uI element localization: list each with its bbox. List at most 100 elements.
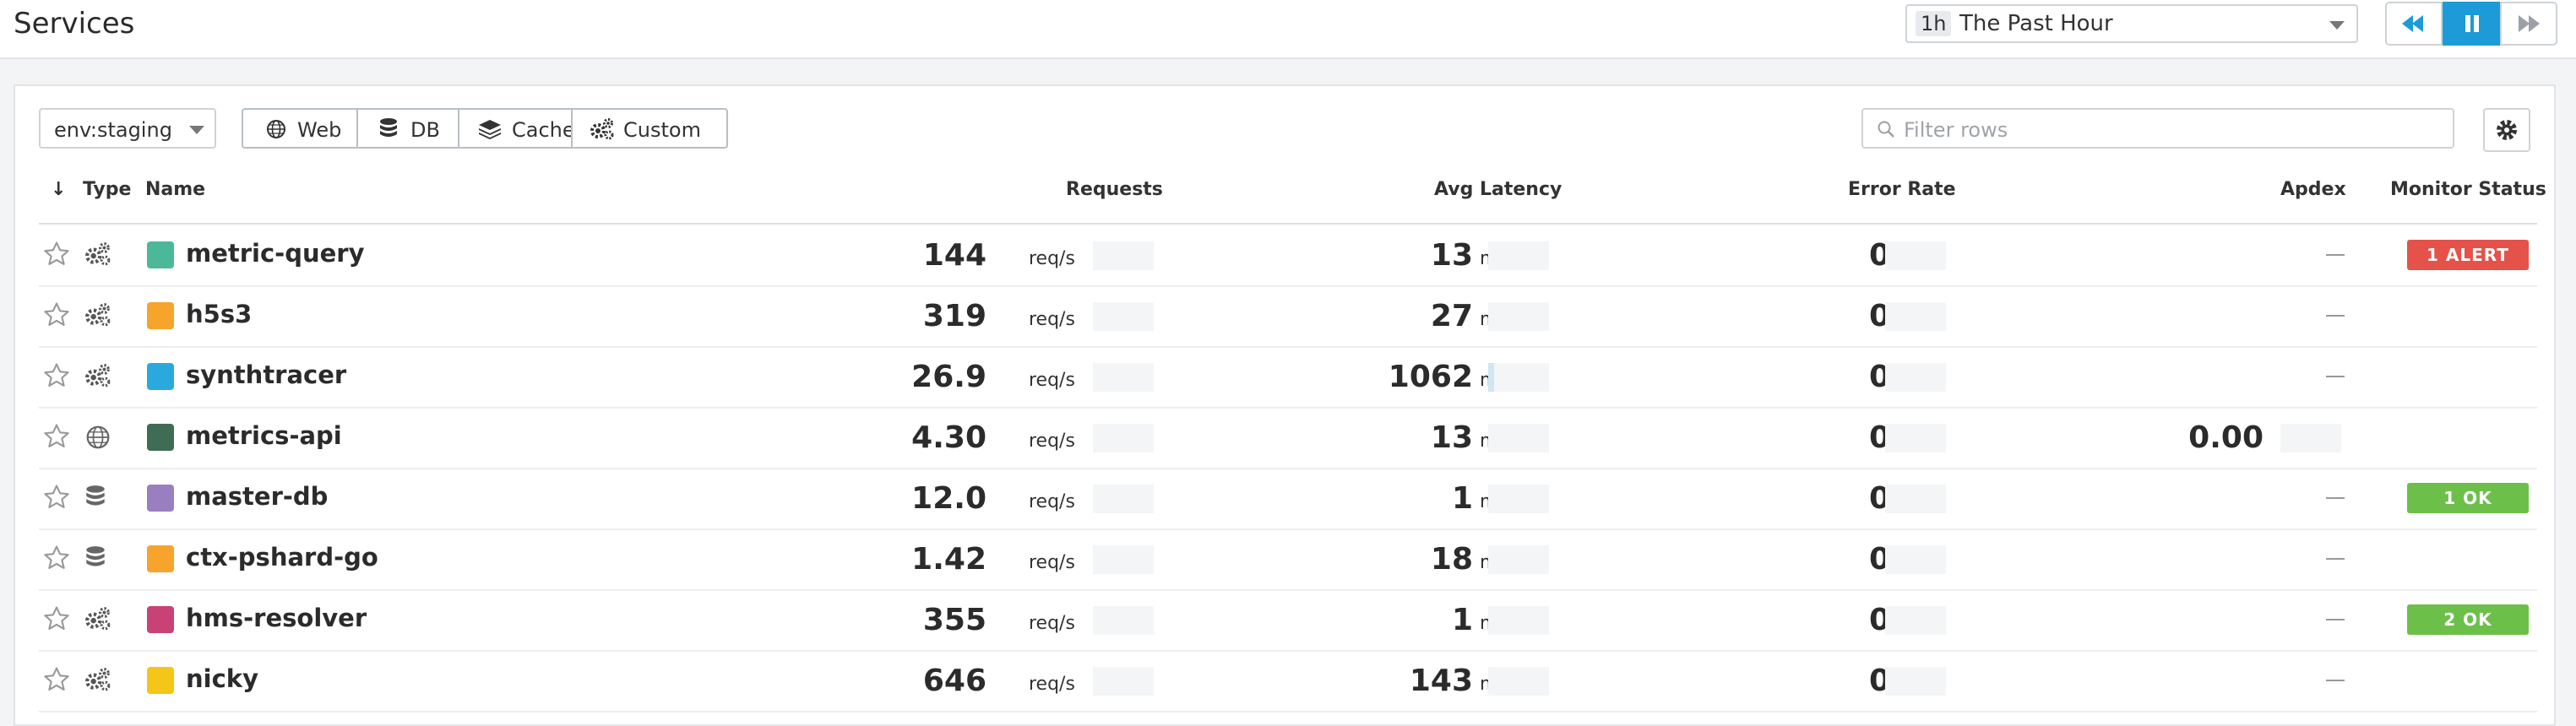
- service-color-swatch: [147, 424, 174, 451]
- timeframe-select[interactable]: 1h The Past Hour: [1905, 4, 2358, 43]
- requests-value: 646: [922, 664, 986, 698]
- error-rate-bar: [1885, 545, 1946, 574]
- db-filter-button[interactable]: DB: [356, 108, 459, 149]
- requests-bar: [1093, 363, 1154, 392]
- latency-bar: [1488, 606, 1549, 635]
- service-name-link[interactable]: metric-query: [186, 239, 365, 268]
- sort-indicator[interactable]: ↓: [51, 179, 66, 200]
- column-header-monitor-status[interactable]: Monitor Status: [2390, 179, 2546, 200]
- requests-value: 12.0: [911, 481, 986, 516]
- latency-value: 1: [1451, 481, 1473, 516]
- favorite-star-icon[interactable]: [42, 361, 71, 393]
- favorite-star-icon[interactable]: [42, 483, 71, 515]
- playback-controls: [2385, 2, 2557, 46]
- page-title: Services: [14, 7, 135, 41]
- table-row[interactable]: master-db12.0req/s1ms0%1 OK: [39, 468, 2537, 530]
- column-header-error-rate[interactable]: Error Rate: [1848, 179, 1956, 200]
- service-name-link[interactable]: nicky: [186, 664, 258, 693]
- column-header-apdex[interactable]: Apdex: [2280, 179, 2346, 200]
- requests-unit: req/s: [1029, 674, 1075, 695]
- custom-filter-label: Custom: [623, 118, 701, 142]
- service-name-link[interactable]: ctx-pshard-go: [186, 543, 378, 572]
- column-header-type[interactable]: Type: [83, 179, 131, 200]
- apdex-empty-dash: [2326, 315, 2345, 317]
- apdex-empty-dash: [2326, 497, 2345, 499]
- web-filter-label: Web: [297, 118, 342, 142]
- gears-icon: [84, 667, 111, 696]
- apdex-empty-dash: [2326, 558, 2345, 560]
- column-header-avg-latency[interactable]: Avg Latency: [1434, 179, 1562, 200]
- apdex-empty-dash: [2326, 619, 2345, 620]
- gears-icon: [590, 118, 614, 140]
- table-row[interactable]: nicky646req/s143ms0%: [39, 650, 2537, 712]
- table-row[interactable]: metrics-api4.30req/s13ms0%0.00: [39, 407, 2537, 469]
- table-row[interactable]: hms-resolver355req/s1ms0%2 OK: [39, 589, 2537, 652]
- db-filter-label: DB: [410, 118, 440, 142]
- table-settings-button[interactable]: [2483, 108, 2530, 152]
- monitor-status-badge[interactable]: 1 OK: [2407, 483, 2529, 513]
- requests-bar: [1093, 241, 1154, 270]
- rewind-icon: [2402, 15, 2423, 32]
- favorite-star-icon[interactable]: [42, 665, 71, 697]
- fast-forward-icon: [2519, 15, 2540, 32]
- env-select[interactable]: env:staging: [39, 108, 216, 149]
- apdex-empty-dash: [2326, 680, 2345, 681]
- monitor-status-badge[interactable]: 1 ALERT: [2407, 240, 2529, 270]
- table-row[interactable]: h5s3319req/s27ms0%: [39, 285, 2537, 348]
- apdex-value: 0.00: [2188, 420, 2264, 455]
- latency-bar: [1488, 241, 1549, 270]
- service-name-link[interactable]: synthtracer: [186, 360, 346, 389]
- globe-icon: [84, 424, 111, 454]
- requests-value: 4.30: [911, 420, 986, 455]
- favorite-star-icon[interactable]: [42, 422, 71, 454]
- favorite-star-icon[interactable]: [42, 544, 71, 576]
- service-color-swatch: [147, 302, 174, 329]
- fast-forward-button[interactable]: [2500, 2, 2557, 46]
- latency-bar: [1488, 424, 1549, 452]
- table-row[interactable]: metric-query144req/s13ms0%1 ALERT: [39, 225, 2537, 287]
- service-color-swatch: [147, 241, 174, 268]
- monitor-status-badge[interactable]: 2 OK: [2407, 604, 2529, 635]
- error-rate-bar: [1885, 241, 1946, 270]
- requests-value: 1.42: [911, 542, 986, 577]
- latency-bar: [1488, 667, 1549, 696]
- requests-value: 319: [922, 299, 986, 333]
- pause-button[interactable]: [2443, 2, 2502, 46]
- timeframe-shortcut: 1h: [1916, 11, 1952, 36]
- service-color-swatch: [147, 485, 174, 512]
- favorite-star-icon[interactable]: [42, 240, 71, 272]
- gear-icon: [2497, 120, 2517, 140]
- column-header-name[interactable]: Name: [145, 179, 205, 200]
- chevron-down-icon: [2329, 21, 2345, 30]
- latency-value: 13: [1430, 238, 1473, 273]
- favorite-star-icon[interactable]: [42, 301, 71, 333]
- table-row[interactable]: ctx-pshard-go1.42req/s18ms0%: [39, 528, 2537, 591]
- custom-filter-button[interactable]: Custom: [571, 108, 728, 149]
- service-name-link[interactable]: master-db: [186, 482, 328, 511]
- requests-bar: [1093, 485, 1154, 513]
- service-color-swatch: [147, 667, 174, 694]
- filter-rows-field[interactable]: [1861, 108, 2454, 149]
- latency-value: 13: [1430, 420, 1473, 455]
- table-row[interactable]: synthtracer26.9req/s1062ms0%: [39, 346, 2537, 409]
- requests-value: 26.9: [911, 360, 986, 394]
- filter-rows-input[interactable]: [1902, 116, 2446, 144]
- requests-bar: [1093, 424, 1154, 452]
- service-name-link[interactable]: h5s3: [186, 300, 252, 328]
- service-type-filter: Web DB Cache Custom: [242, 108, 728, 149]
- requests-unit: req/s: [1029, 370, 1075, 391]
- requests-bar: [1093, 545, 1154, 574]
- column-header-requests[interactable]: Requests: [1066, 179, 1163, 200]
- web-filter-button[interactable]: Web: [242, 108, 358, 149]
- latency-value: 1062: [1388, 360, 1473, 394]
- layers-icon: [479, 120, 501, 139]
- latency-value: 1: [1451, 603, 1473, 637]
- cache-filter-button[interactable]: Cache: [458, 108, 575, 149]
- rewind-button[interactable]: [2385, 2, 2443, 46]
- apdex-bar: [2280, 424, 2341, 452]
- favorite-star-icon[interactable]: [42, 604, 71, 637]
- service-name-link[interactable]: hms-resolver: [186, 604, 367, 632]
- service-name-link[interactable]: metrics-api: [186, 421, 342, 450]
- requests-unit: req/s: [1029, 491, 1075, 512]
- error-rate-bar: [1885, 485, 1946, 513]
